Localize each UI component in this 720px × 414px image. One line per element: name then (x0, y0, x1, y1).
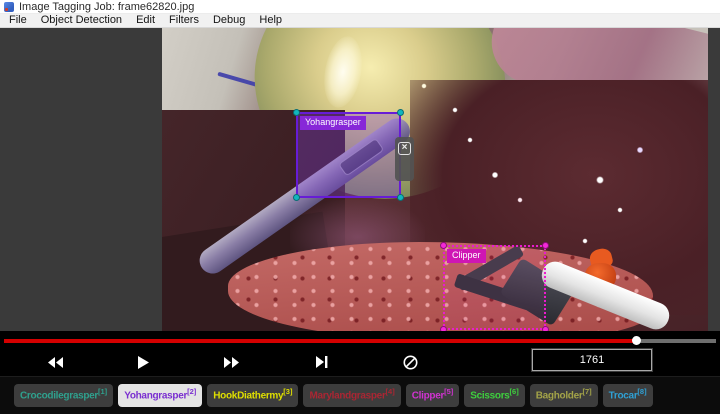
class-bar: Crocodilegrasper[1]Yohangrasper[2]HookDi… (0, 376, 720, 414)
seek-handle[interactable] (632, 336, 641, 345)
specular-highlights (162, 28, 708, 331)
class-label: Crocodilegrasper (20, 391, 98, 402)
class-label: Bagholder (536, 391, 583, 402)
title-bar: Image Tagging Job: frame62820.jpg (0, 0, 720, 14)
bbox-yohangrasper[interactable]: Yohangrasper (296, 112, 401, 198)
surgical-frame-canvas[interactable]: Yohangrasper × Clipper (162, 28, 708, 331)
class-label: Trocar (609, 391, 638, 402)
bbox-clipper[interactable]: Clipper (443, 245, 546, 330)
menu-item-object-detection[interactable]: Object Detection (34, 14, 129, 27)
bbox-handle-bottom-right[interactable] (397, 194, 404, 201)
class-label: Marylandgrasper (309, 391, 385, 402)
class-hotkey: [4] (386, 387, 395, 396)
rewind-icon (48, 357, 63, 368)
class-button-bagholder[interactable]: Bagholder[7] (530, 384, 598, 406)
class-hotkey: [1] (98, 387, 107, 396)
menu-item-edit[interactable]: Edit (129, 14, 162, 27)
menu-item-filters[interactable]: Filters (162, 14, 206, 27)
class-hotkey: [5] (444, 387, 453, 396)
class-hotkey: [2] (187, 387, 196, 396)
class-button-hookdiathermy[interactable]: HookDiathermy[3] (207, 384, 298, 406)
fast-forward-button[interactable] (215, 351, 247, 373)
block-icon (403, 355, 418, 370)
bbox-label-yohangrasper: Yohangrasper (300, 116, 366, 130)
class-hotkey: [8] (637, 387, 646, 396)
seek-progress (4, 339, 636, 343)
bbox-label-clipper: Clipper (447, 249, 486, 263)
class-hotkey: [7] (582, 387, 591, 396)
delete-annotation-button[interactable]: × (398, 142, 411, 155)
block-button[interactable] (394, 351, 426, 373)
window-title: Image Tagging Job: frame62820.jpg (19, 0, 194, 14)
class-label: Yohangrasper (124, 391, 187, 402)
class-button-clipper[interactable]: Clipper[5] (406, 384, 460, 406)
class-label: Clipper (412, 391, 444, 402)
bbox-handle-top-left[interactable] (293, 109, 300, 116)
menu-item-help[interactable]: Help (252, 14, 289, 27)
skip-to-end-button[interactable] (306, 351, 338, 373)
seek-track[interactable] (4, 339, 716, 343)
viewport: Yohangrasper × Clipper (0, 28, 720, 331)
annotation-toolbar: × (395, 137, 414, 181)
frame-number-input[interactable] (532, 349, 652, 371)
class-button-marylandgrasper[interactable]: Marylandgrasper[4] (303, 384, 400, 406)
class-label: Scissors (470, 391, 509, 402)
app-icon (4, 2, 14, 12)
transport-bar (0, 331, 720, 376)
bbox-handle-top-right[interactable] (397, 109, 404, 116)
menu-item-debug[interactable]: Debug (206, 14, 252, 27)
class-button-yohangrasper[interactable]: Yohangrasper[2] (118, 384, 202, 406)
rewind-button[interactable] (39, 351, 71, 373)
class-button-trocar[interactable]: Trocar[8] (603, 384, 653, 406)
menu-bar: FileObject DetectionEditFiltersDebugHelp (0, 14, 720, 28)
fast-forward-icon (224, 357, 239, 368)
class-button-crocodilegrasper[interactable]: Crocodilegrasper[1] (14, 384, 113, 406)
skip-to-end-icon (316, 356, 328, 368)
play-button[interactable] (127, 351, 159, 373)
play-icon (138, 356, 149, 369)
class-label: HookDiathermy (213, 391, 283, 402)
class-hotkey: [6] (510, 387, 519, 396)
bbox-handle-bottom-left[interactable] (293, 194, 300, 201)
bbox-handle-top-left[interactable] (440, 242, 447, 249)
class-hotkey: [3] (283, 387, 292, 396)
menu-item-file[interactable]: File (2, 14, 34, 27)
bbox-handle-top-right[interactable] (542, 242, 549, 249)
class-button-scissors[interactable]: Scissors[6] (464, 384, 524, 406)
